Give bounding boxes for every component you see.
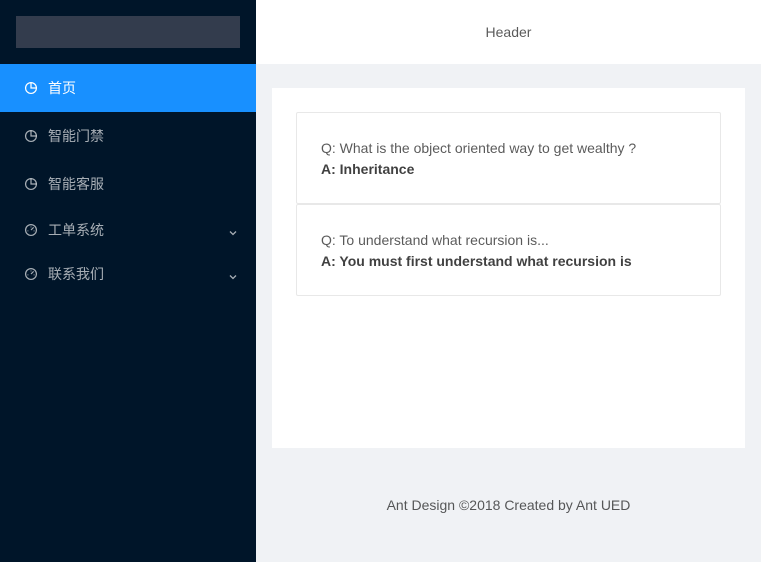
app-layout: 首页 智能门禁 智能客服 工单系统 联系我们 Header Q: What is… xyxy=(0,0,761,562)
sidebar-menu: 首页 智能门禁 智能客服 工单系统 联系我们 xyxy=(0,64,256,296)
chevron-down-icon xyxy=(228,225,238,236)
qa-answer: A: Inheritance xyxy=(321,161,415,177)
sidebar-item-label: 智能门禁 xyxy=(48,128,104,144)
dashboard-icon xyxy=(24,223,38,237)
sidebar: 首页 智能门禁 智能客服 工单系统 联系我们 xyxy=(0,0,256,562)
sidebar-item-contact-us[interactable]: 联系我们 xyxy=(0,252,256,296)
footer-text: Ant Design ©2018 Created by Ant UED xyxy=(386,497,631,513)
pie-chart-icon xyxy=(24,177,38,191)
pie-chart-icon xyxy=(24,81,38,95)
sidebar-item-home[interactable]: 首页 xyxy=(0,64,256,112)
qa-card: Q: What is the object oriented way to ge… xyxy=(296,112,721,204)
qa-answer: A: You must first understand what recurs… xyxy=(321,253,632,269)
content-wrapper: Q: What is the object oriented way to ge… xyxy=(256,64,761,448)
qa-card: Q: To understand what recursion is... A:… xyxy=(296,204,721,296)
main-area: Header Q: What is the object oriented wa… xyxy=(256,0,761,562)
header-title: Header xyxy=(485,24,532,40)
sidebar-item-access-control[interactable]: 智能门禁 xyxy=(0,112,256,160)
sidebar-item-label: 联系我们 xyxy=(48,266,104,282)
sidebar-item-label: 智能客服 xyxy=(48,176,104,192)
sidebar-item-customer-service[interactable]: 智能客服 xyxy=(0,160,256,208)
page-footer: Ant Design ©2018 Created by Ant UED xyxy=(256,448,761,562)
sidebar-item-ticket-system[interactable]: 工单系统 xyxy=(0,208,256,252)
qa-question: Q: To understand what recursion is... xyxy=(321,232,549,248)
qa-question: Q: What is the object oriented way to ge… xyxy=(321,140,637,156)
logo xyxy=(16,16,240,48)
sidebar-item-label: 工单系统 xyxy=(48,222,104,238)
sidebar-item-label: 首页 xyxy=(48,80,76,96)
page-header: Header xyxy=(256,0,761,64)
chevron-down-icon xyxy=(228,269,238,280)
dashboard-icon xyxy=(24,267,38,281)
content-panel: Q: What is the object oriented way to ge… xyxy=(272,88,745,448)
pie-chart-icon xyxy=(24,129,38,143)
